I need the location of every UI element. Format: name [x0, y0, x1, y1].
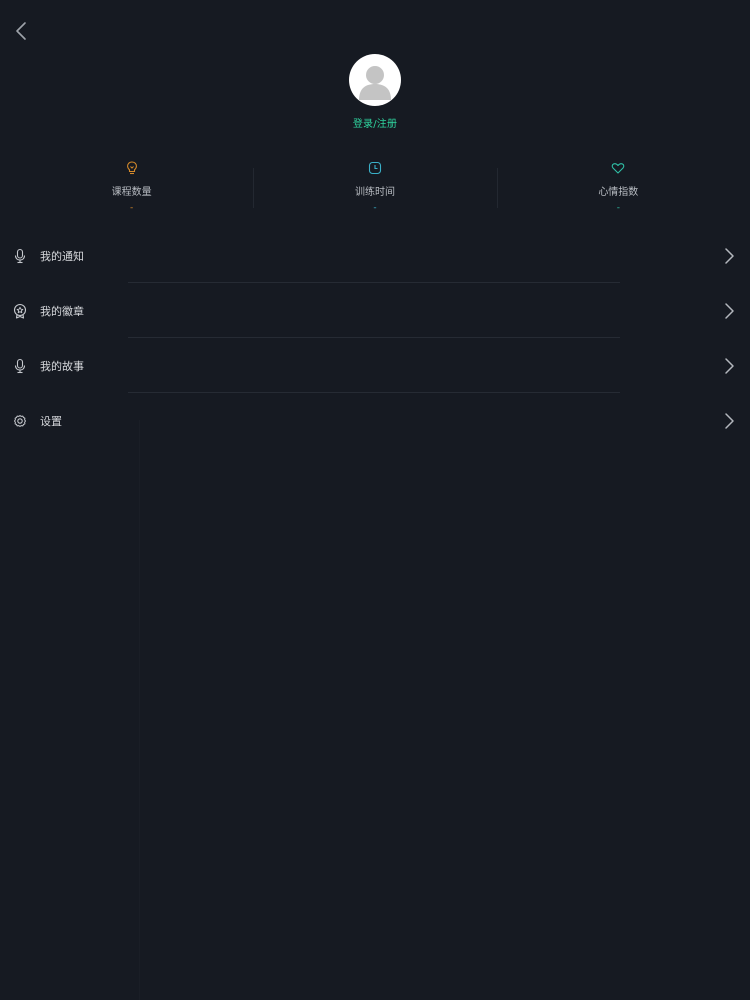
- chevron-right-icon: [725, 413, 734, 429]
- heart-icon: [611, 163, 625, 174]
- menu-label: 我的故事: [40, 360, 84, 373]
- menu-label: 我的通知: [40, 250, 84, 263]
- gear-icon: [14, 415, 26, 427]
- menu-label: 我的徽章: [40, 305, 84, 318]
- chevron-right-icon: [725, 303, 734, 319]
- stat-value: -: [616, 203, 620, 213]
- avatar[interactable]: [349, 54, 401, 106]
- stat-mood-index: 心情指数 -: [496, 158, 740, 218]
- panel-edge-divider: [139, 420, 140, 1000]
- stat-label: 训练时间: [354, 187, 395, 198]
- chevron-right-icon: [725, 358, 734, 374]
- stat-training-time: 训练时间 -: [253, 158, 496, 218]
- stat-label: 心情指数: [598, 187, 639, 198]
- menu-item-settings[interactable]: 设置: [0, 393, 750, 448]
- stat-course-count: 课程数量 -: [10, 158, 253, 218]
- menu-item-stories[interactable]: 我的故事: [0, 338, 750, 393]
- stat-value: -: [373, 203, 377, 213]
- clock-icon: [368, 161, 382, 175]
- back-button[interactable]: [8, 18, 34, 44]
- stat-label: 课程数量: [111, 187, 152, 198]
- stat-divider: [253, 168, 255, 208]
- lightbulb-icon: [126, 161, 137, 175]
- chevron-right-icon: [725, 248, 734, 264]
- menu-item-notifications[interactable]: 我的通知: [0, 228, 750, 283]
- microphone-icon: [14, 248, 26, 264]
- menu-label: 设置: [40, 415, 62, 428]
- stat-divider: [496, 168, 498, 208]
- menu-item-badges[interactable]: 我的徽章: [0, 283, 750, 338]
- profile-page: 登录/注册 课程数量 - 训练时间 - 心情指数 - 我的通知 我的徽章 我的故…: [0, 0, 750, 1000]
- menu-list: 我的通知 我的徽章 我的故事 设置: [0, 228, 750, 448]
- badge-icon: [13, 303, 27, 319]
- stats-row: 课程数量 - 训练时间 - 心情指数 -: [10, 158, 740, 218]
- microphone-icon: [14, 358, 26, 374]
- default-user-icon: [359, 66, 391, 100]
- stat-value: -: [130, 203, 134, 213]
- chevron-left-icon: [16, 22, 26, 40]
- login-register-link[interactable]: 登录/注册: [0, 115, 750, 130]
